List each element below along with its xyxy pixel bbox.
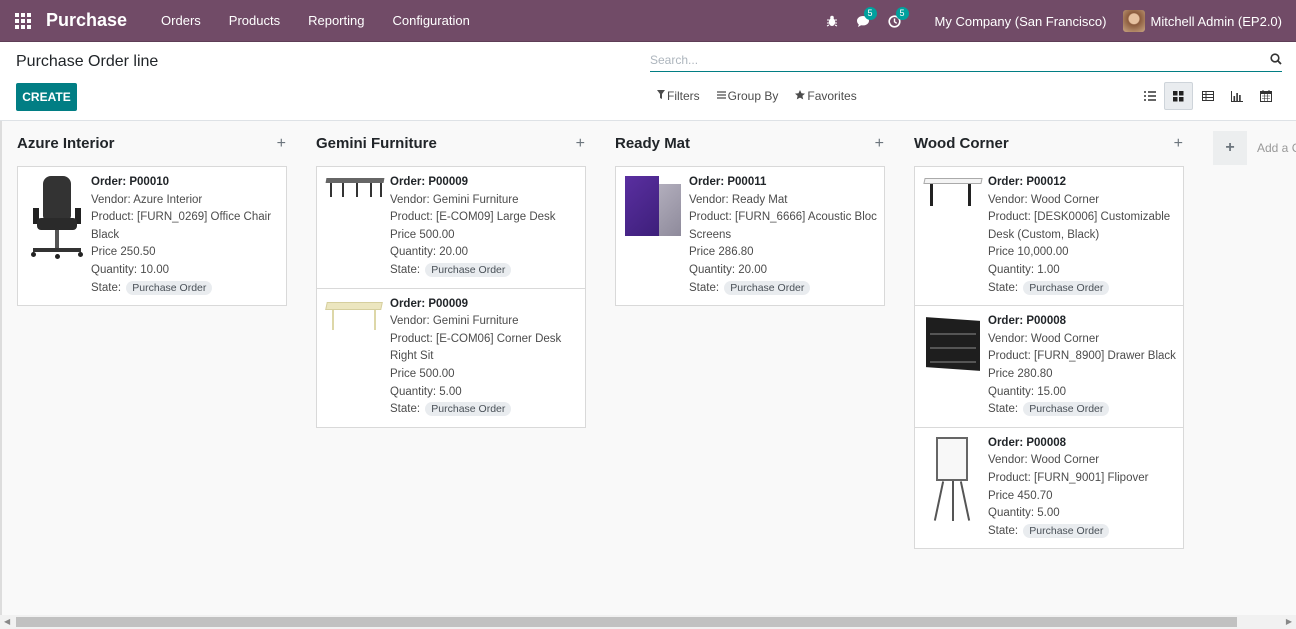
kanban-column-azure-interior: Azure Interior + Order: P00010 Vendor: A… (17, 121, 287, 307)
state-badge: Purchase Order (425, 402, 512, 417)
menu-products[interactable]: Products (215, 0, 294, 42)
card-product: Product: [FURN_0269] Office Chair Black (91, 211, 272, 241)
kanban-column-gemini-furniture: Gemini Furniture + Order: P00009 Vendor:… (316, 121, 586, 428)
create-button[interactable]: CREATE (16, 83, 77, 111)
add-column-label: Add a Column (1257, 141, 1296, 155)
kanban-card[interactable]: Order: P00012 Vendor: Wood Corner Produc… (914, 166, 1184, 307)
column-title: Ready Mat (615, 135, 691, 152)
column-quick-create-icon[interactable]: + (277, 135, 286, 153)
list-view-icon[interactable] (1135, 82, 1164, 110)
debug-bug-icon[interactable] (826, 15, 838, 27)
search-options: Filters Group By Favorites (657, 89, 874, 103)
card-order: Order: P00010 (91, 176, 170, 188)
state-badge: Purchase Order (425, 262, 512, 277)
office-chair-image (27, 174, 87, 274)
kanban-card[interactable]: Order: P00008 Vendor: Wood Corner Produc… (914, 427, 1184, 550)
groupby-bars-icon (716, 90, 726, 102)
top-navbar: Purchase Orders Products Reporting Confi… (0, 0, 1296, 42)
search-input[interactable] (650, 50, 1250, 70)
page-title: Purchase Order line (16, 53, 159, 70)
column-title: Azure Interior (17, 135, 115, 152)
groupby-label: Group By (727, 89, 779, 103)
favorites-star-icon (795, 89, 806, 103)
card-state: State: Purchase Order (91, 280, 280, 298)
scrollbar-thumb[interactable] (16, 617, 1237, 627)
scroll-right-icon[interactable]: ▶ (1286, 617, 1292, 626)
kanban-view-icon[interactable] (1164, 82, 1193, 110)
search-icon[interactable] (1270, 53, 1282, 68)
filters-label: Filters (667, 89, 700, 103)
flipover-image (924, 435, 984, 535)
menu-reporting[interactable]: Reporting (294, 0, 378, 42)
filters-dropdown[interactable]: Filters (657, 89, 700, 103)
column-title: Gemini Furniture (316, 135, 437, 152)
messages-icon[interactable]: 5 (856, 6, 877, 28)
kanban-card[interactable]: Order: P00009 Vendor: Gemini Furniture P… (316, 288, 586, 428)
state-badge: Purchase Order (1023, 523, 1110, 538)
state-badge: Purchase Order (1023, 402, 1110, 417)
app-brand[interactable]: Purchase (46, 10, 127, 31)
card-price: Price 250.50 (91, 246, 156, 259)
pivot-view-icon[interactable] (1193, 82, 1222, 110)
apps-menu-icon[interactable] (0, 0, 46, 42)
state-badge: Purchase Order (724, 280, 811, 295)
calendar-view-icon[interactable] (1251, 82, 1280, 110)
kanban-board: Azure Interior + Order: P00010 Vendor: A… (0, 121, 1296, 615)
add-column-plus-icon: + (1213, 131, 1247, 165)
kanban-card[interactable]: Order: P00010 Vendor: Azure Interior Pro… (17, 166, 287, 307)
activities-clock-icon[interactable]: 5 (887, 6, 909, 28)
column-title: Wood Corner (914, 135, 1009, 152)
add-column-button[interactable]: + Add a Column (1213, 131, 1296, 165)
view-switcher (1135, 82, 1280, 110)
kanban-card[interactable]: Order: P00011 Vendor: Ready Mat Product:… (615, 166, 885, 307)
kanban-card[interactable]: Order: P00009 Vendor: Gemini Furniture P… (316, 166, 586, 289)
corner-desk-image (325, 296, 386, 396)
favorites-label: Favorites (807, 89, 857, 103)
menu-orders[interactable]: Orders (147, 0, 215, 42)
messages-badge: 5 (863, 6, 877, 20)
acoustic-screens-image (625, 174, 685, 274)
main-menu: Orders Products Reporting Configuration (147, 0, 484, 42)
scroll-left-icon[interactable]: ◀ (4, 617, 10, 626)
company-switcher[interactable]: My Company (San Francisco) (935, 14, 1107, 29)
control-panel: Purchase Order line CREATE Filters Group… (0, 42, 1296, 121)
state-badge: Purchase Order (1023, 280, 1110, 295)
kanban-column-wood-corner: Wood Corner + Order: P00012 Vendor: Wood… (914, 121, 1184, 550)
filter-funnel-icon (657, 90, 665, 102)
card-quantity: Quantity: 10.00 (91, 263, 170, 276)
horizontal-scrollbar[interactable]: ◀ ▶ (0, 615, 1296, 629)
graph-view-icon[interactable] (1222, 82, 1251, 110)
activities-badge: 5 (895, 6, 909, 20)
state-badge: Purchase Order (126, 280, 213, 295)
user-name: Mitchell Admin (EP2.0) (1150, 13, 1283, 29)
kanban-card[interactable]: Order: P00008 Vendor: Wood Corner Produc… (914, 306, 1184, 428)
large-desk-image (325, 174, 386, 274)
drawer-black-image (924, 313, 984, 413)
card-vendor: Vendor: Azure Interior (91, 193, 203, 206)
column-quick-create-icon[interactable]: + (1174, 135, 1183, 153)
column-quick-create-icon[interactable]: + (576, 135, 585, 153)
column-quick-create-icon[interactable]: + (875, 135, 884, 153)
search-bar (650, 50, 1282, 72)
favorites-dropdown[interactable]: Favorites (795, 89, 857, 103)
user-menu[interactable]: Mitchell Admin (EP2.0) (1122, 10, 1283, 32)
kanban-column-ready-mat: Ready Mat + Order: P00011 Vendor: Ready … (615, 121, 885, 307)
menu-configuration[interactable]: Configuration (378, 0, 483, 42)
customizable-desk-image (923, 174, 984, 274)
groupby-dropdown[interactable]: Group By (716, 89, 779, 103)
user-avatar (1122, 10, 1145, 32)
